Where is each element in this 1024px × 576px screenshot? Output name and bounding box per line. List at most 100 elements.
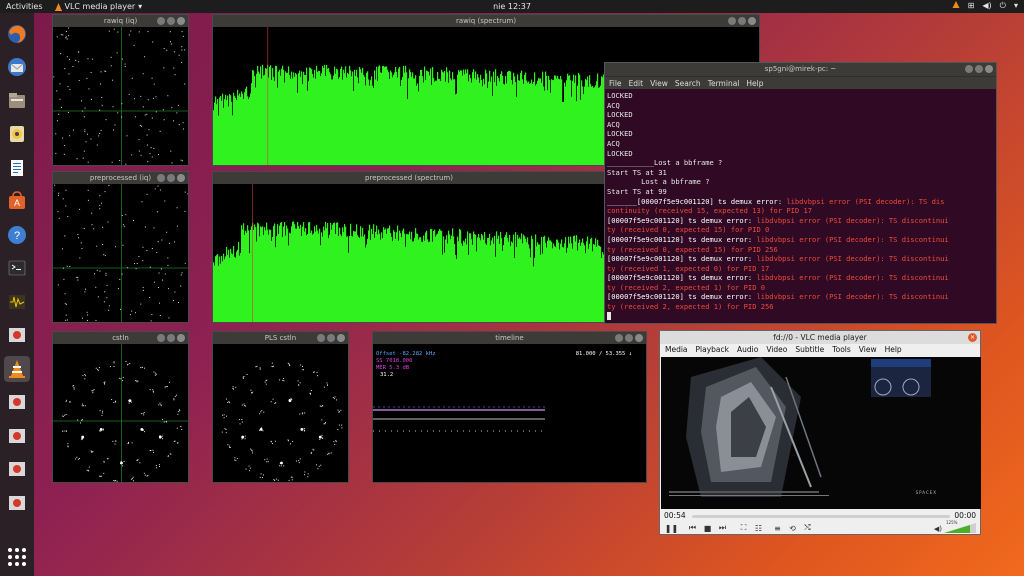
maximize-button[interactable] bbox=[738, 17, 746, 25]
dock-app-5[interactable] bbox=[4, 490, 30, 516]
minimize-button[interactable] bbox=[728, 17, 736, 25]
writer-icon bbox=[11, 159, 23, 176]
seek-bar[interactable] bbox=[692, 515, 950, 518]
dock-app-2[interactable] bbox=[4, 389, 30, 415]
menu-playback[interactable]: Playback bbox=[696, 344, 729, 356]
network-icon[interactable]: ⊞ bbox=[968, 1, 975, 11]
dock-writer[interactable] bbox=[4, 155, 30, 181]
window-title[interactable]: sp5gni@mirek-pc: ~ bbox=[605, 63, 996, 76]
volume-icon[interactable]: ◀) bbox=[982, 1, 991, 11]
maximize-button[interactable] bbox=[975, 65, 983, 73]
next-button[interactable]: ⏭ bbox=[717, 523, 728, 534]
clock[interactable]: nie 12:37 bbox=[0, 2, 1024, 11]
menu-terminal[interactable]: Terminal bbox=[708, 77, 740, 89]
window-title-label: preprocessed (spectrum) bbox=[365, 174, 453, 182]
menu-help[interactable]: Help bbox=[746, 77, 763, 89]
dock-app-4[interactable] bbox=[4, 456, 30, 482]
dock-app-1[interactable] bbox=[4, 322, 30, 348]
app-menu[interactable]: VLC media player ▾ bbox=[54, 2, 142, 11]
window-title[interactable]: rawiq (iq) bbox=[53, 15, 188, 27]
terminal-window[interactable]: sp5gni@mirek-pc: ~ File Edit View Search… bbox=[604, 62, 997, 324]
close-button[interactable] bbox=[177, 334, 185, 342]
cstln-window[interactable]: cstln bbox=[52, 331, 189, 483]
dock-firefox[interactable] bbox=[4, 21, 30, 47]
svg-text:?: ? bbox=[14, 230, 20, 242]
window-title[interactable]: fd://0 - VLC media player × bbox=[660, 331, 980, 344]
volume-icon[interactable]: ◀) bbox=[934, 525, 942, 533]
window-title[interactable]: preprocessed (iq) bbox=[53, 172, 188, 184]
shuffle-button[interactable]: ⤭ bbox=[802, 523, 813, 534]
menu-search[interactable]: Search bbox=[675, 77, 701, 89]
minimize-button[interactable] bbox=[615, 334, 623, 342]
window-title[interactable]: timeline bbox=[373, 332, 646, 344]
terminal-line: Start TS at 31 bbox=[607, 167, 667, 177]
menu-view[interactable]: View bbox=[859, 344, 877, 356]
close-button[interactable] bbox=[177, 174, 185, 182]
dock-help[interactable]: ? bbox=[4, 222, 30, 248]
maximize-button[interactable] bbox=[167, 17, 175, 25]
close-button[interactable] bbox=[337, 334, 345, 342]
dock-vlc[interactable] bbox=[4, 355, 30, 382]
previous-button[interactable]: ⏮ bbox=[687, 523, 698, 534]
maximize-button[interactable] bbox=[625, 334, 633, 342]
menu-tools[interactable]: Tools bbox=[832, 344, 850, 356]
close-button[interactable] bbox=[635, 334, 643, 342]
terminal-output[interactable]: LOCKED ACQ LOCKED ACQ LOCKED ACQ LOCKED _______… bbox=[605, 89, 996, 324]
preprocessed-spectrum-window[interactable]: preprocessed (spectrum) bbox=[212, 171, 606, 323]
dock-files[interactable] bbox=[4, 88, 30, 114]
terminal-line: [00007f5e9c001120] ts demux error: libdv… bbox=[607, 215, 949, 225]
menu-file[interactable]: File bbox=[609, 77, 622, 89]
dock-scope[interactable] bbox=[4, 289, 30, 315]
menu-video[interactable]: Video bbox=[766, 344, 787, 356]
minimize-button[interactable] bbox=[157, 334, 165, 342]
maximize-button[interactable] bbox=[327, 334, 335, 342]
close-button[interactable]: × bbox=[968, 333, 977, 342]
window-title[interactable]: cstln bbox=[53, 332, 188, 344]
window-title[interactable]: rawiq (spectrum) bbox=[213, 15, 759, 27]
system-tray[interactable]: ⊞ ◀) ⏻ ▾ bbox=[952, 1, 1018, 11]
menu-media[interactable]: Media bbox=[665, 344, 688, 356]
vlc-window[interactable]: fd://0 - VLC media player × Media Playba… bbox=[659, 330, 981, 535]
close-button[interactable] bbox=[748, 17, 756, 25]
playlist-button[interactable]: ≡ bbox=[772, 523, 783, 534]
menu-edit[interactable]: Edit bbox=[629, 77, 644, 89]
loop-button[interactable]: ⟲ bbox=[787, 523, 798, 534]
menu-audio[interactable]: Audio bbox=[737, 344, 758, 356]
minimize-button[interactable] bbox=[157, 17, 165, 25]
show-applications-icon[interactable] bbox=[8, 548, 26, 566]
vlc-icon bbox=[54, 2, 62, 11]
close-button[interactable] bbox=[177, 17, 185, 25]
dock-thunderbird[interactable] bbox=[4, 54, 30, 80]
dock-terminal[interactable] bbox=[4, 255, 30, 281]
chevron-down-icon[interactable]: ▾ bbox=[1014, 1, 1018, 11]
minimize-button[interactable] bbox=[317, 334, 325, 342]
dock-software[interactable]: A bbox=[4, 188, 30, 214]
volume-slider[interactable]: 125% bbox=[944, 520, 976, 533]
thunderbird-icon bbox=[8, 58, 26, 76]
maximize-button[interactable] bbox=[167, 174, 175, 182]
extended-settings-button[interactable]: ☷ bbox=[753, 523, 764, 534]
pause-button[interactable]: ❚❚ bbox=[665, 523, 678, 534]
window-title[interactable]: preprocessed (spectrum) bbox=[213, 172, 605, 184]
menu-help[interactable]: Help bbox=[885, 344, 902, 356]
maximize-button[interactable] bbox=[167, 334, 175, 342]
rawiq-iq-window[interactable]: rawiq (iq) bbox=[52, 14, 189, 166]
timeline-window[interactable]: timeline Offset -82.282 kHz SS 7018.000 … bbox=[372, 331, 647, 483]
terminal-line: [00007f5e9c001120] ts demux error: libdv… bbox=[607, 254, 949, 264]
dock-app-3[interactable] bbox=[4, 423, 30, 449]
pls-cstln-window[interactable]: PLS cstln bbox=[212, 331, 349, 483]
close-button[interactable] bbox=[985, 65, 993, 73]
minimize-button[interactable] bbox=[965, 65, 973, 73]
menu-subtitle[interactable]: Subtitle bbox=[795, 344, 824, 356]
activities-button[interactable]: Activities bbox=[6, 2, 43, 11]
menu-view[interactable]: View bbox=[650, 77, 668, 89]
fullscreen-button[interactable]: ⛶ bbox=[738, 523, 749, 534]
window-title[interactable]: PLS cstln bbox=[213, 332, 348, 344]
vlc-tray-icon[interactable] bbox=[952, 1, 960, 9]
minimize-button[interactable] bbox=[157, 174, 165, 182]
stop-button[interactable]: ■ bbox=[702, 523, 713, 534]
dock-rhythmbox[interactable] bbox=[4, 121, 30, 147]
preprocessed-iq-window[interactable]: preprocessed (iq) bbox=[52, 171, 189, 323]
power-icon[interactable]: ⏻ bbox=[1000, 1, 1006, 11]
video-frame[interactable]: SPACEX bbox=[661, 357, 981, 509]
